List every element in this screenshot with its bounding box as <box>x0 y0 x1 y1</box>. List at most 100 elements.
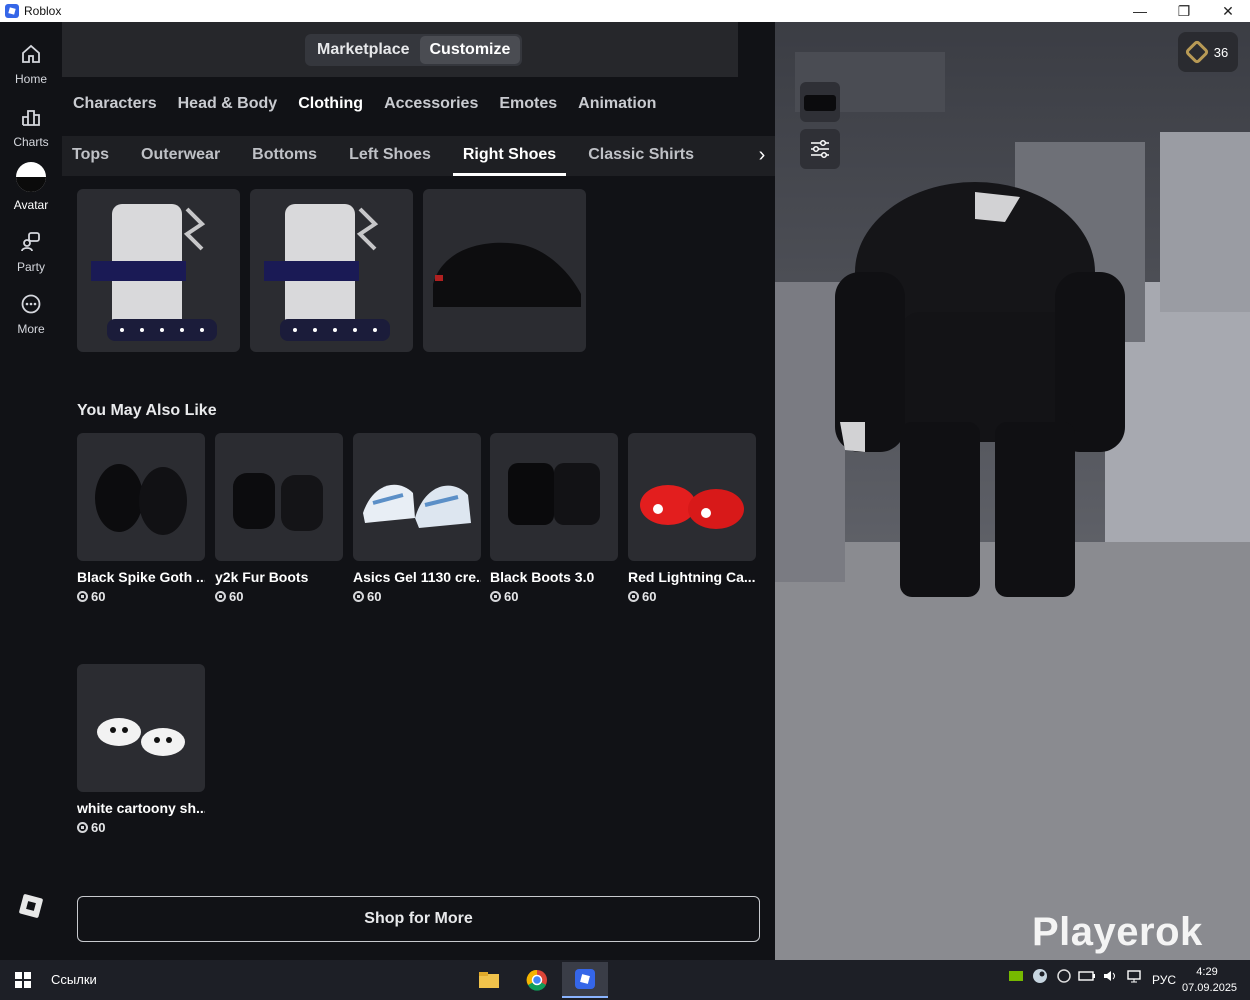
nav-home[interactable]: Home <box>0 36 62 92</box>
title-bar: Roblox — ❐ ✕ <box>0 0 1250 22</box>
item-thumbnail <box>77 664 205 792</box>
subtab-classic-shirts[interactable]: Classic Shirts <box>578 136 704 174</box>
charts-icon <box>22 110 40 126</box>
chrome-browser-icon <box>526 969 547 991</box>
recommend-card[interactable]: y2k Fur Boots 60 <box>215 433 343 604</box>
category-animation[interactable]: Animation <box>578 95 656 113</box>
scene-background <box>775 52 1250 960</box>
clock-date: 07.09.2025 <box>1182 982 1238 994</box>
robux-balance[interactable]: 36 <box>1178 32 1238 72</box>
item-name: Black Spike Goth ... <box>77 569 205 585</box>
robux-icon <box>77 591 88 602</box>
nav-avatar[interactable]: Avatar <box>0 160 62 216</box>
chrome-icon[interactable] <box>514 962 560 998</box>
file-explorer-icon[interactable] <box>466 962 512 998</box>
category-head-body[interactable]: Head & Body <box>178 95 278 113</box>
nav-label: Avatar <box>13 198 49 212</box>
item-price: 60 <box>77 820 205 835</box>
subtab-bottoms[interactable]: Bottoms <box>242 136 327 174</box>
robux-icon <box>77 822 88 833</box>
restore-button[interactable]: ❐ <box>1162 0 1206 22</box>
steam-icon[interactable] <box>1032 968 1048 984</box>
home-icon <box>22 44 40 63</box>
nav-label: Home <box>14 72 47 86</box>
item-thumbnail <box>215 433 343 561</box>
white-blue-sneakers-icon <box>363 484 471 528</box>
price-value: 60 <box>367 589 382 604</box>
left-nav: Home Charts Avatar Party More <box>0 22 62 960</box>
subtab-right-shoes[interactable]: Right Shoes <box>452 136 567 176</box>
nav-party[interactable]: Party <box>0 224 62 280</box>
tray-app-icon[interactable] <box>1056 968 1072 984</box>
chevron-right-icon[interactable]: › <box>752 143 772 167</box>
customize-tab[interactable]: Customize <box>419 36 521 64</box>
avatar-icon <box>16 162 46 192</box>
subtab-outerwear[interactable]: Outerwear <box>131 136 230 174</box>
robux-icon <box>628 591 639 602</box>
equipped-item-button[interactable] <box>800 82 840 122</box>
links-toolbar[interactable]: Ссылки <box>51 972 97 987</box>
category-tabs: Characters Head & Body Clothing Accessor… <box>73 95 677 113</box>
recommend-card[interactable]: Black Spike Goth ... 60 <box>77 433 205 604</box>
equipped-item-thumbnail-icon <box>804 95 836 111</box>
category-characters[interactable]: Characters <box>73 95 157 113</box>
subtab-left-shoes[interactable]: Left Shoes <box>339 136 441 174</box>
black-sneaker-icon <box>433 242 581 307</box>
settings-sliders-button[interactable] <box>800 129 840 169</box>
item-price: 60 <box>628 589 756 604</box>
recommend-card[interactable]: Red Lightning Ca... 60 <box>628 433 756 604</box>
input-language[interactable]: РУС <box>1152 973 1176 987</box>
shop-for-more-button[interactable]: Shop for More <box>77 896 760 942</box>
system-clock[interactable]: 4:29 07.09.2025 <box>1182 964 1238 996</box>
nav-label: Charts <box>13 135 49 149</box>
sliders-icon <box>811 139 829 159</box>
avatar-preview-viewport[interactable] <box>775 22 1250 960</box>
robux-amount: 36 <box>1213 44 1229 60</box>
marketplace-tab[interactable]: Marketplace <box>307 36 420 64</box>
white-cartoon-shoes-icon <box>97 718 185 756</box>
black-boots-icon <box>508 463 600 525</box>
red-clogs-icon <box>640 485 744 529</box>
item-thumbnail <box>490 433 618 561</box>
owned-item[interactable] <box>423 189 586 352</box>
item-price: 60 <box>215 589 343 604</box>
price-value: 60 <box>229 589 244 604</box>
window-controls: — ❐ ✕ <box>1118 0 1250 22</box>
roblox-taskbar-icon[interactable] <box>562 962 608 998</box>
recommend-card[interactable]: white cartoony sh... 60 <box>77 664 205 835</box>
nav-label: More <box>17 322 45 336</box>
owned-item[interactable] <box>250 189 413 352</box>
owned-item[interactable] <box>77 189 240 352</box>
item-price: 60 <box>490 589 618 604</box>
windows-start-icon[interactable] <box>15 972 31 988</box>
close-button[interactable]: ✕ <box>1206 0 1250 22</box>
category-accessories[interactable]: Accessories <box>384 95 478 113</box>
network-icon[interactable] <box>1126 968 1144 984</box>
mode-switch: Marketplace Customize <box>305 34 523 66</box>
recommend-card[interactable]: Asics Gel 1130 cre... 60 <box>353 433 481 604</box>
minimize-button[interactable]: — <box>1118 0 1162 22</box>
clock-time: 4:29 <box>1196 966 1218 978</box>
nav-more[interactable]: More <box>0 286 62 342</box>
subcategory-tabs: Tops Outerwear Bottoms Left Shoes Right … <box>62 136 710 176</box>
item-name: Red Lightning Ca... <box>628 569 756 585</box>
item-name: white cartoony sh... <box>77 800 205 816</box>
item-thumbnail <box>628 433 756 561</box>
volume-icon[interactable] <box>1102 968 1120 984</box>
folder-icon <box>479 972 499 988</box>
roblox-icon <box>575 969 595 989</box>
robux-icon <box>1184 39 1210 65</box>
item-name: y2k Fur Boots <box>215 569 309 585</box>
battery-icon[interactable] <box>1078 968 1096 984</box>
robux-icon <box>490 591 501 602</box>
recommend-card[interactable]: Black Boots 3.0 60 <box>490 433 618 604</box>
nvidia-icon[interactable] <box>1008 968 1024 984</box>
nav-label: Party <box>16 260 45 274</box>
subtab-tops[interactable]: Tops <box>62 136 119 174</box>
nav-charts[interactable]: Charts <box>0 99 62 155</box>
price-value: 60 <box>91 589 106 604</box>
white-spiked-boot-icon <box>91 204 217 341</box>
category-clothing[interactable]: Clothing <box>298 95 363 113</box>
party-icon <box>21 232 40 252</box>
category-emotes[interactable]: Emotes <box>499 95 557 113</box>
